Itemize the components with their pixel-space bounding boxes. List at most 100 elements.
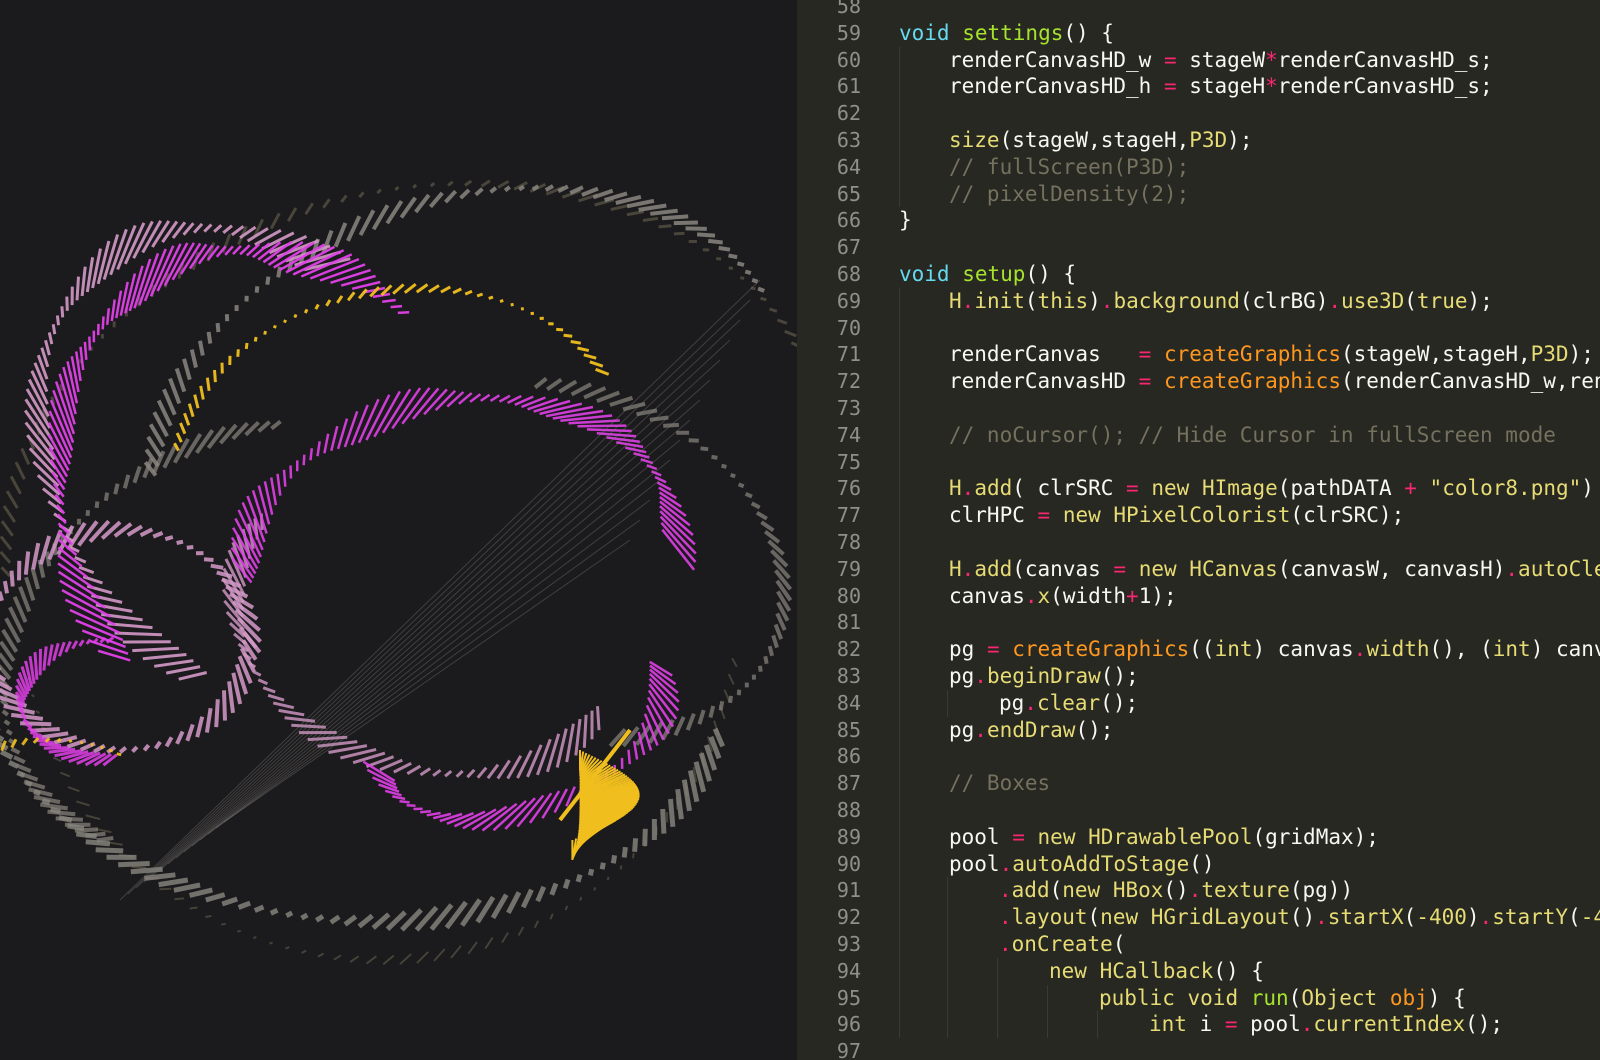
- ribbon-stroke: [139, 527, 154, 538]
- ribbon-stroke: [721, 463, 727, 469]
- code-token: (clrBG): [1239, 288, 1329, 313]
- code-token: renderCanvasHD_s;: [1277, 47, 1493, 72]
- code-line[interactable]: 90 pool.autoAddToStage(): [797, 851, 1600, 878]
- ribbon-stroke: [406, 804, 416, 808]
- ribbon-stroke: [178, 671, 208, 681]
- ribbon-stroke: [346, 291, 356, 302]
- line-number: 71: [836, 342, 861, 367]
- ribbon-stroke: [737, 482, 745, 489]
- ribbon-stroke: [476, 292, 484, 298]
- line-number: 68: [836, 262, 861, 286]
- code-line[interactable]: 72 renderCanvasHD = createGraphics(render…: [797, 368, 1600, 395]
- code-token: (: [1024, 288, 1038, 313]
- code-line[interactable]: 67: [797, 234, 1600, 261]
- code-line[interactable]: 70: [797, 315, 1600, 342]
- ribbon-stroke: [673, 716, 686, 737]
- ribbon-stroke: [371, 912, 391, 930]
- ribbon-stroke: [627, 749, 632, 765]
- thin-line: [215, 519, 641, 829]
- code-text: H.init(this).background(clrBG).use3D(tru…: [949, 288, 1493, 315]
- ribbon-stroke: [594, 198, 615, 207]
- code-line[interactable]: 96 int i = pool.currentIndex();: [797, 1011, 1600, 1038]
- ribbon-stroke: [351, 280, 381, 291]
- ribbon-stroke: [176, 539, 184, 545]
- code-line[interactable]: 58: [797, 0, 1600, 20]
- code-token: (: [1288, 985, 1302, 1010]
- ribbon-stroke: [622, 401, 646, 412]
- code-token: currentIndex: [1313, 1012, 1466, 1037]
- ribbon-stroke: [412, 183, 418, 189]
- code-line[interactable]: 92 .layout(new HGridLayout().startX(-400)…: [797, 904, 1600, 931]
- ribbon-stroke: [503, 185, 511, 193]
- line-number: 78: [836, 530, 861, 554]
- code-line[interactable]: 63 size(stageW,stageH,P3D);: [797, 127, 1600, 154]
- code-line[interactable]: 66}: [797, 207, 1600, 234]
- code-line[interactable]: 79 H.add(canvas = new HCanvas(canvasW, ca…: [797, 556, 1600, 583]
- ribbon-stroke: [300, 912, 309, 921]
- line-number: 95: [836, 985, 861, 1010]
- code-line[interactable]: 80 canvas.x(width+1);: [797, 583, 1600, 610]
- code-line[interactable]: 69 H.init(this).background(clrBG).use3D(t…: [797, 288, 1600, 315]
- ribbon-stroke: [282, 469, 287, 487]
- code-line[interactable]: 64 // fullScreen(P3D);: [797, 154, 1600, 181]
- ribbon-stroke: [203, 557, 214, 562]
- ribbon-stroke: [80, 266, 87, 297]
- code-editor[interactable]: 58 59 void settings() {60 renderCanvasHD_w …: [797, 0, 1600, 1060]
- code-line[interactable]: 61 renderCanvasHD_h = stageH*renderCanvas…: [797, 73, 1600, 100]
- code-line[interactable]: 68 void setup() {: [797, 261, 1600, 288]
- code-line[interactable]: 62: [797, 100, 1600, 127]
- ribbon-stroke: [626, 198, 655, 209]
- code-line[interactable]: 86: [797, 743, 1600, 770]
- code-line[interactable]: 60 renderCanvasHD_w = stageW*renderCanvas…: [797, 47, 1600, 74]
- code-line[interactable]: 94 new HCallback() {: [797, 958, 1600, 985]
- ribbon-stroke: [707, 238, 723, 245]
- code-token: renderCanvasHD_h: [949, 74, 1164, 99]
- code-line[interactable]: 77 clrHPC = new HPixelColorist(clrSRC);: [797, 502, 1600, 529]
- code-line[interactable]: 76 H.add( clrSRC = new HImage(pathDATA + …: [797, 475, 1600, 502]
- code-line[interactable]: 65 // pixelDensity(2);: [797, 181, 1600, 208]
- code-line[interactable]: 87 // Boxes: [797, 770, 1600, 797]
- code-line[interactable]: 89 pool = new HDrawablePool(gridMax);: [797, 824, 1600, 851]
- code-line[interactable]: 93 .onCreate(: [797, 931, 1600, 958]
- code-line[interactable]: 71 renderCanvas = createGraphics(stageW,s…: [797, 341, 1600, 368]
- code-token: .: [1188, 878, 1202, 903]
- code-line[interactable]: 97: [797, 1038, 1600, 1060]
- code-line[interactable]: 83 pg.beginDraw();: [797, 663, 1600, 690]
- ribbon-stroke: [729, 472, 736, 479]
- code-token: .: [999, 851, 1013, 876]
- line-number: 73: [836, 396, 861, 420]
- code-token: new: [1049, 958, 1100, 983]
- ribbon-stroke: [718, 245, 731, 252]
- code-line[interactable]: 74 // noCursor(); // Hide Cursor in fullS…: [797, 422, 1600, 449]
- ribbon-stroke: [132, 646, 179, 653]
- ribbon-stroke: [103, 492, 110, 502]
- code-line[interactable]: 95 public void run(Object obj) {: [797, 985, 1600, 1012]
- code-token: P3D: [1530, 342, 1569, 367]
- ribbon-stroke: [392, 795, 406, 801]
- code-line[interactable]: 82 pg = createGraphics((int) canvas.width…: [797, 636, 1600, 663]
- line-number: 86: [836, 744, 861, 769]
- code-line[interactable]: 88: [797, 797, 1600, 824]
- code-line[interactable]: 59 void settings() {: [797, 20, 1600, 47]
- code-line[interactable]: 85 pg.endDraw();: [797, 717, 1600, 744]
- ribbon-stroke: [728, 695, 733, 704]
- gray-ribbon-right: [533, 376, 793, 748]
- code-line[interactable]: 81: [797, 609, 1600, 636]
- code-line[interactable]: 78: [797, 529, 1600, 556]
- code-token: pg: [999, 690, 1025, 715]
- code-token: renderCanvas: [949, 342, 1139, 367]
- ribbon-stroke: [0, 591, 4, 602]
- ribbon-stroke: [172, 437, 190, 464]
- code-line[interactable]: 84 pg.clear();: [797, 690, 1600, 717]
- ribbon-stroke: [365, 955, 378, 965]
- ribbon-stroke: [189, 906, 198, 910]
- code-line[interactable]: 75: [797, 449, 1600, 476]
- ribbon-stroke: [654, 475, 667, 484]
- ribbon-stroke: [216, 570, 233, 579]
- code-token: HGridLayout: [1150, 905, 1290, 930]
- code-line[interactable]: 91 .add(new HBox().texture(pg)): [797, 877, 1600, 904]
- code-token: ) {: [1427, 985, 1466, 1010]
- code-token: =: [1138, 369, 1152, 394]
- code-line[interactable]: 73: [797, 395, 1600, 422]
- code-token: +: [1126, 583, 1139, 608]
